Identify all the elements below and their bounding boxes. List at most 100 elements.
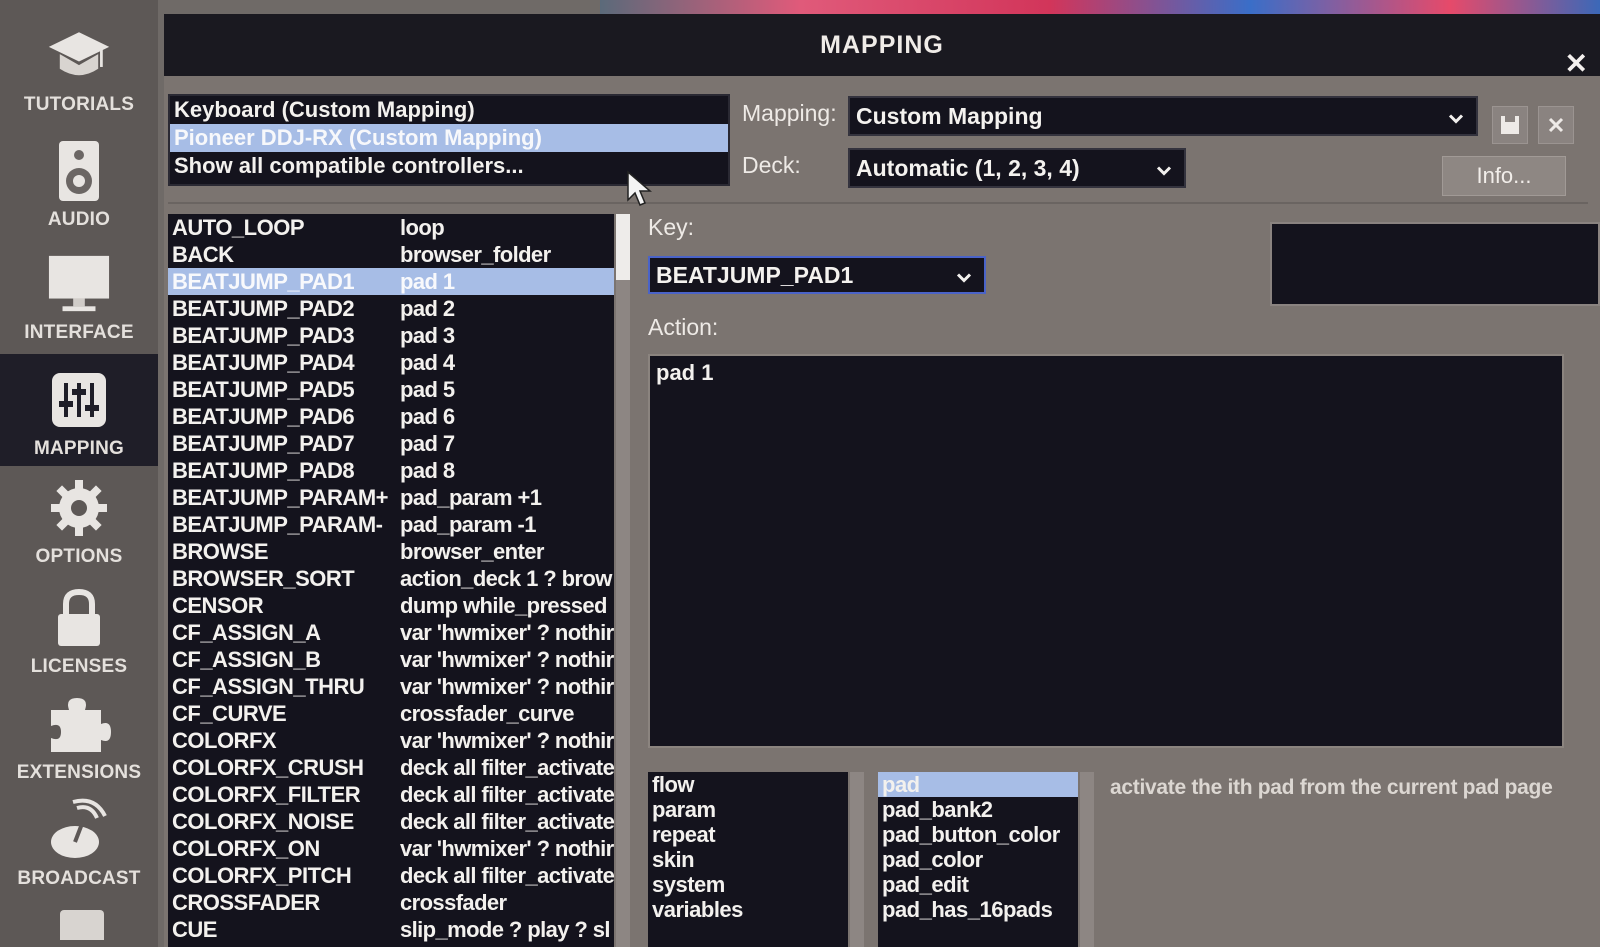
key-row[interactable]: BEATJUMP_PARAM+ pad_param +1: [168, 484, 614, 511]
category-item[interactable]: system: [648, 872, 848, 897]
chevron-down-icon: [1448, 103, 1464, 130]
key-name: BEATJUMP_PAD2: [172, 295, 355, 321]
key-action: var 'hwmixer' ? nothir: [400, 619, 614, 645]
key-name: BEATJUMP_PAD5: [172, 376, 355, 402]
mapping-label: Mapping:: [742, 100, 837, 126]
key-row[interactable]: BEATJUMP_PAD3 pad 3: [168, 322, 614, 349]
category-item[interactable]: flow: [648, 772, 848, 797]
key-action: pad_param -1: [400, 511, 536, 537]
key-action: crossfader: [400, 889, 507, 915]
category-list-scrollbar[interactable]: [850, 772, 864, 947]
action-editor[interactable]: pad 1: [648, 354, 1564, 748]
key-list: AUTO_LOOP loop BACK browser_folder BEATJUMP_…: [168, 214, 614, 947]
mapping-select[interactable]: Custom Mapping: [848, 96, 1478, 136]
key-row[interactable]: CF_ASSIGN_B var 'hwmixer' ? nothir: [168, 646, 614, 673]
key-row[interactable]: COLORFX_ON var 'hwmixer' ? nothir: [168, 835, 614, 862]
key-row[interactable]: BEATJUMP_PAD7 pad 7: [168, 430, 614, 457]
key-row[interactable]: CROSSFADER crossfader: [168, 889, 614, 916]
lock-icon: [47, 586, 111, 650]
sidebar-item-mapping[interactable]: MAPPING: [0, 354, 158, 466]
sidebar-item-broadcast[interactable]: BROADCAST: [0, 784, 158, 896]
key-row[interactable]: COLORFX_CRUSH deck all filter_activate: [168, 754, 614, 781]
mapping-dialog: MAPPING ✕ Keyboard (Custom Mapping) Pion…: [164, 14, 1600, 947]
key-name: CROSSFADER: [172, 889, 320, 915]
function-list-scrollbar[interactable]: [1080, 772, 1094, 947]
sidebar-item-audio[interactable]: AUDIO: [0, 125, 158, 237]
chevron-down-icon: [1156, 155, 1172, 182]
sidebar-item-interface[interactable]: INTERFACE: [0, 238, 158, 350]
key-name: BEATJUMP_PAD4: [172, 349, 355, 375]
key-row[interactable]: CENSOR dump while_pressed: [168, 592, 614, 619]
key-action: crossfader_curve: [400, 700, 574, 726]
function-item[interactable]: pad_edit: [878, 872, 1078, 897]
graduation-cap-icon: [47, 24, 111, 88]
category-item[interactable]: param: [648, 797, 848, 822]
function-item[interactable]: pad_color: [878, 847, 1078, 872]
sidebar-label: EXTENSIONS: [16, 762, 142, 783]
key-action: deck all filter_activate: [400, 862, 614, 888]
delete-button[interactable]: [1538, 106, 1574, 144]
key-row[interactable]: CUE slip_mode ? play ? sl: [168, 916, 614, 943]
key-label: Key:: [648, 214, 695, 240]
controller-item[interactable]: Keyboard (Custom Mapping): [170, 96, 728, 124]
sidebar-item-options[interactable]: OPTIONS: [0, 462, 158, 574]
close-button[interactable]: ✕: [1565, 50, 1588, 78]
function-item[interactable]: pad_has_16pads: [878, 897, 1078, 922]
key-row[interactable]: COLORFX_PITCH deck all filter_activate: [168, 862, 614, 889]
key-row[interactable]: CF_CURVE crossfader_curve: [168, 700, 614, 727]
key-name: COLORFX_FILTER: [172, 781, 361, 807]
scrollbar-thumb[interactable]: [616, 214, 630, 280]
key-row[interactable]: BEATJUMP_PARAM-pad_param -1: [168, 511, 614, 538]
function-item[interactable]: pad_button_color: [878, 822, 1078, 847]
key-action: pad 6: [400, 403, 455, 429]
key-name: COLORFX: [172, 727, 277, 753]
divider: [168, 202, 1588, 204]
deck-label: Deck:: [742, 152, 801, 178]
key-row[interactable]: BEATJUMP_PAD1 pad 1: [168, 268, 614, 295]
sidebar-item-extensions[interactable]: EXTENSIONS: [0, 678, 158, 790]
key-row[interactable]: BEATJUMP_PAD4 pad 4: [168, 349, 614, 376]
key-select[interactable]: BEATJUMP_PAD1: [648, 256, 986, 294]
info-button[interactable]: Info...: [1442, 156, 1566, 196]
dialog-titlebar: MAPPING: [164, 14, 1600, 76]
key-name: BEATJUMP_PAD7: [172, 430, 355, 456]
key-row[interactable]: COLORFX var 'hwmixer' ? nothir: [168, 727, 614, 754]
key-row[interactable]: BROWSE browser_enter: [168, 538, 614, 565]
key-row[interactable]: BROWSER_SORT action_deck 1 ? brow: [168, 565, 614, 592]
key-name: CF_ASSIGN_THRU: [172, 673, 365, 699]
mapping-select-value: Custom Mapping: [856, 102, 1043, 129]
key-row[interactable]: AUTO_LOOP loop: [168, 214, 614, 241]
sidebar-label: INTERFACE: [24, 322, 134, 343]
save-icon: [1501, 116, 1519, 134]
sidebar-item-tutorials[interactable]: TUTORIALS: [0, 10, 158, 122]
key-name: AUTO_LOOP: [172, 214, 305, 240]
key-name: CUE: [172, 916, 217, 942]
sidebar-item-licenses[interactable]: LICENSES: [0, 572, 158, 684]
category-item[interactable]: variables: [648, 897, 848, 922]
key-action: deck all filter_activate: [400, 754, 614, 780]
deck-select-value: Automatic (1, 2, 3, 4): [856, 154, 1080, 181]
key-row[interactable]: BEATJUMP_PAD6 pad 6: [168, 403, 614, 430]
key-row[interactable]: CF_ASSIGN_THRU var 'hwmixer' ? nothir: [168, 673, 614, 700]
background-strip: [600, 0, 1600, 14]
category-item[interactable]: repeat: [648, 822, 848, 847]
key-list-scrollbar[interactable]: [616, 214, 630, 947]
key-action: pad 7: [400, 430, 455, 456]
key-action: var 'hwmixer' ? nothir: [400, 835, 614, 861]
folder-icon[interactable]: [60, 910, 104, 940]
category-item[interactable]: skin: [648, 847, 848, 872]
function-item[interactable]: pad: [878, 772, 1078, 797]
key-row[interactable]: BEATJUMP_PAD2 pad 2: [168, 295, 614, 322]
function-item[interactable]: pad_bank2: [878, 797, 1078, 822]
key-row[interactable]: BEATJUMP_PAD8 pad 8: [168, 457, 614, 484]
key-row[interactable]: BEATJUMP_PAD5 pad 5: [168, 376, 614, 403]
deck-select[interactable]: Automatic (1, 2, 3, 4): [848, 148, 1186, 188]
save-button[interactable]: [1492, 106, 1528, 144]
key-row[interactable]: CF_ASSIGN_A var 'hwmixer' ? nothir: [168, 619, 614, 646]
key-name: COLORFX_NOISE: [172, 808, 354, 834]
controller-item[interactable]: Pioneer DDJ-RX (Custom Mapping): [170, 124, 728, 152]
key-name: BROWSER_SORT: [172, 565, 355, 591]
key-row[interactable]: COLORFX_FILTER deck all filter_activate: [168, 781, 614, 808]
key-row[interactable]: COLORFX_NOISE deck all filter_activate: [168, 808, 614, 835]
key-row[interactable]: BACK browser_folder: [168, 241, 614, 268]
